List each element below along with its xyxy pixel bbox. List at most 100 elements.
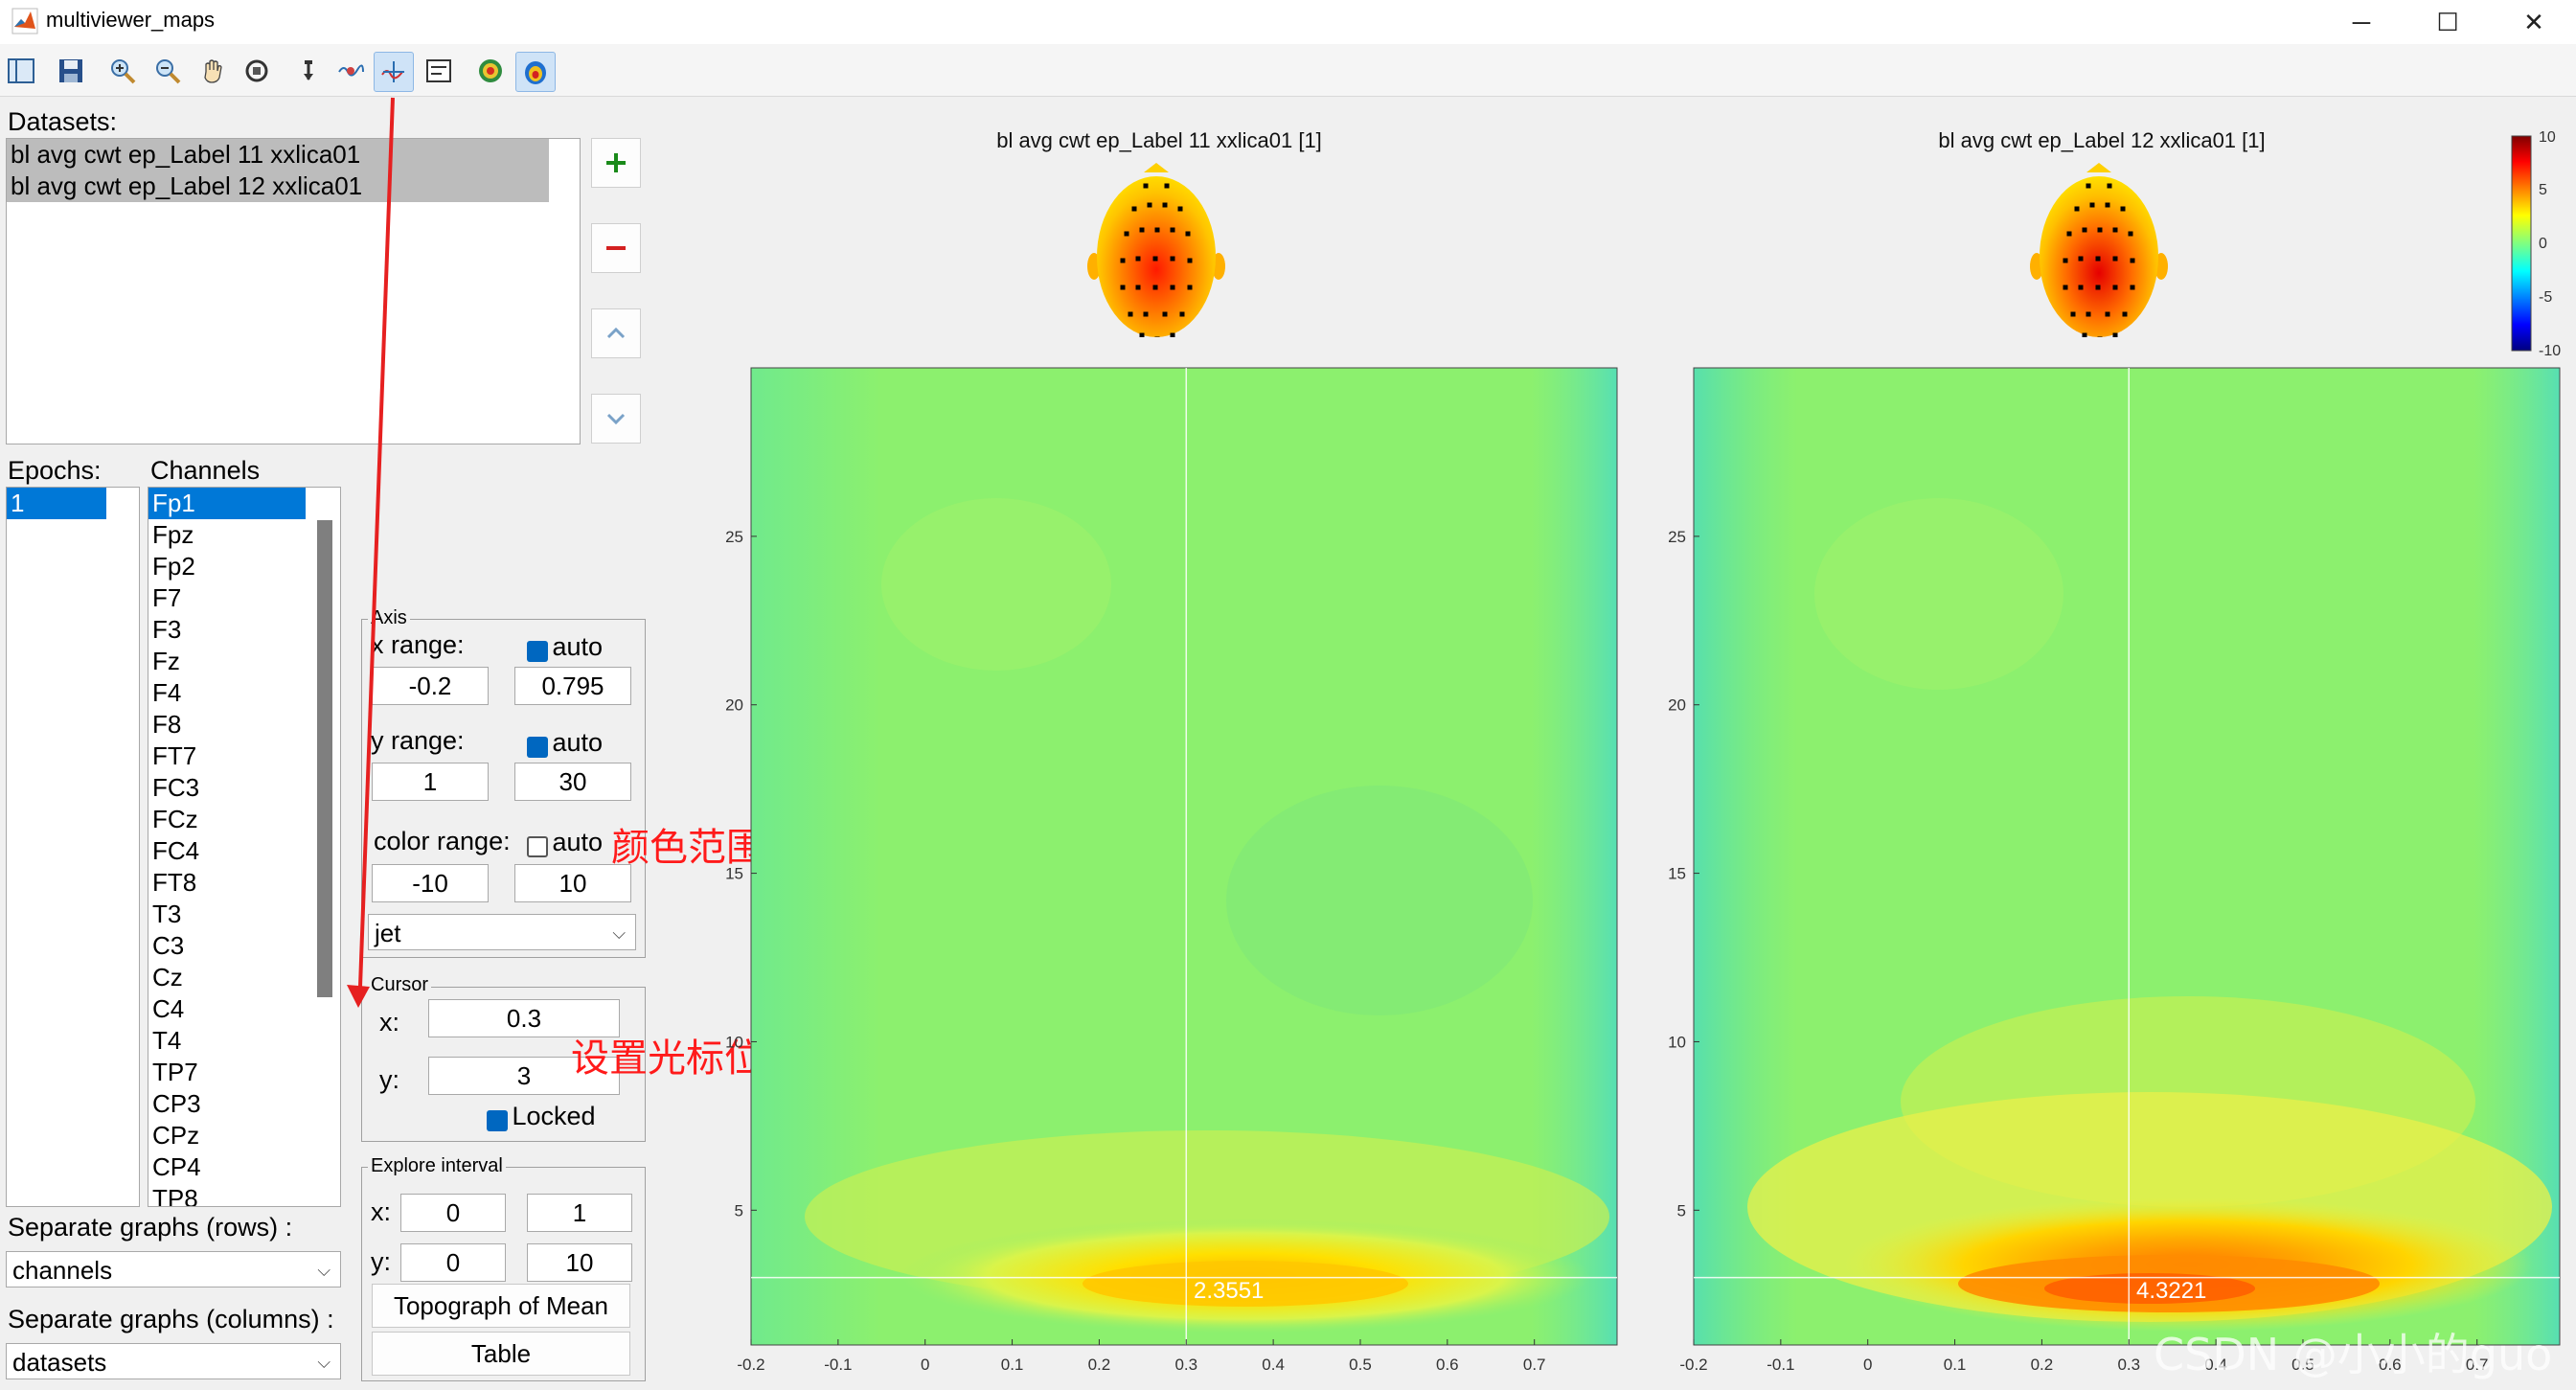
y-auto-checkbox[interactable]: auto: [527, 728, 603, 758]
close-button[interactable]: ✕: [2491, 0, 2576, 44]
electrode-dot: [2095, 256, 2101, 262]
electrode-dot: [1177, 206, 1183, 212]
channel-item[interactable]: CP4: [148, 1151, 340, 1183]
dataset-item[interactable]: bl avg cwt ep_Label 11 xxlica01: [7, 139, 549, 171]
channel-item[interactable]: TP7: [148, 1057, 340, 1088]
epochs-listbox[interactable]: 1: [6, 487, 140, 1207]
move-up-button[interactable]: [591, 308, 641, 358]
checkbox-checked-icon: [527, 736, 548, 758]
epoch-item[interactable]: 1: [7, 488, 106, 519]
rotate-icon[interactable]: [238, 52, 276, 90]
topoplot-left: [1087, 163, 1225, 337]
channel-item[interactable]: FC4: [148, 835, 340, 867]
channel-item[interactable]: CPz: [148, 1120, 340, 1151]
color-min-field[interactable]: -10: [372, 864, 489, 902]
explore-y-from-field[interactable]: 0: [400, 1243, 506, 1282]
channel-item[interactable]: TP8: [148, 1183, 340, 1206]
channel-item[interactable]: FT8: [148, 867, 340, 899]
topoplot-icon[interactable]: [515, 52, 556, 92]
channels-label: Channels: [150, 456, 261, 485]
channel-item[interactable]: F4: [148, 677, 340, 709]
separate-cols-dropdown[interactable]: datasets ⌵: [6, 1343, 341, 1379]
channel-item[interactable]: Fz: [148, 646, 340, 677]
x-min-field[interactable]: -0.2: [372, 667, 489, 705]
matlab-logo-icon: [11, 8, 38, 34]
explore-y-to-field[interactable]: 10: [527, 1243, 632, 1282]
zoom-out-icon[interactable]: [148, 52, 187, 90]
electrode-dot: [1139, 227, 1145, 233]
brush-icon[interactable]: [331, 52, 370, 90]
channels-listbox[interactable]: Fp1 Fpz Fp2 F7 F3 Fz F4 F8 FT7 FC3 FCz FC4 FT8 T3 C3 Cz…: [148, 487, 341, 1207]
channel-item[interactable]: Fp1: [148, 488, 306, 519]
x-tick-label: 0.1: [1001, 1356, 1024, 1374]
y-max-field[interactable]: 30: [514, 763, 631, 801]
timefreq-plot-left: 25 20 15 10 5 -0.2 -0.1 0 0.1 0.2 0.3 0.4 0.5 0.6 0.7: [725, 367, 1618, 1374]
add-dataset-button[interactable]: [591, 138, 641, 188]
electrode-dot: [1120, 285, 1126, 290]
electrode-dot: [2089, 202, 2095, 208]
channel-item[interactable]: T3: [148, 899, 340, 930]
electrode-dot: [2130, 285, 2135, 290]
electrode-dot: [1187, 258, 1193, 263]
y-tick-label: 10: [1668, 1033, 1686, 1051]
channel-item[interactable]: Fp2: [148, 551, 340, 582]
x-auto-checkbox[interactable]: auto: [527, 632, 603, 662]
electrode-dot: [1170, 332, 1175, 337]
x-tick-label: 0.2: [1088, 1356, 1111, 1374]
channel-item[interactable]: F7: [148, 582, 340, 614]
colorbar-icon[interactable]: [471, 52, 510, 90]
move-down-button[interactable]: [591, 394, 641, 444]
channel-item[interactable]: FC3: [148, 772, 340, 804]
channel-item[interactable]: CP3: [148, 1088, 340, 1120]
channel-item[interactable]: T4: [148, 1025, 340, 1057]
zoom-in-icon[interactable]: [103, 52, 142, 90]
channel-item[interactable]: Cz: [148, 962, 340, 993]
datasets-listbox[interactable]: bl avg cwt ep_Label 11 xxlica01 bl avg c…: [6, 138, 581, 444]
colorbar-tick-label: -10: [2539, 343, 2561, 359]
channel-item[interactable]: C4: [148, 993, 340, 1025]
axis-group-title: Axis: [368, 607, 410, 629]
color-auto-checkbox[interactable]: auto: [527, 828, 603, 857]
separate-rows-dropdown[interactable]: channels ⌵: [6, 1251, 341, 1287]
minimize-button[interactable]: ─: [2318, 0, 2405, 44]
electrode-dot: [2130, 258, 2135, 263]
maximize-button[interactable]: ☐: [2405, 0, 2491, 44]
data-cursor-icon[interactable]: [289, 52, 328, 90]
channel-item[interactable]: FT7: [148, 741, 340, 772]
timefreq-plot-right: 252015105 -0.2 -0.1 0 0.1 0.2 0.3 0.4 0.5 0.6 0.7: [1668, 367, 2561, 1374]
legend-icon[interactable]: [420, 52, 458, 90]
electrode-dot: [1179, 311, 1185, 317]
electrode-dot: [2112, 285, 2118, 290]
explore-x-from-field[interactable]: 0: [400, 1194, 506, 1232]
electrode-dot: [1135, 256, 1141, 262]
channel-item[interactable]: FCz: [148, 804, 340, 835]
remove-dataset-button[interactable]: [591, 223, 641, 273]
channel-item[interactable]: F3: [148, 614, 340, 646]
x-max-field[interactable]: 0.795: [514, 667, 631, 705]
channels-scrollbar-thumb[interactable]: [317, 520, 332, 997]
table-button[interactable]: Table: [372, 1332, 630, 1376]
y-min-field[interactable]: 1: [372, 763, 489, 801]
electrode-dot: [2086, 311, 2091, 317]
y-tick-label: 20: [1668, 696, 1686, 715]
x-tick-label: 0.2: [2031, 1356, 2054, 1374]
pan-icon[interactable]: [194, 52, 232, 90]
channel-item[interactable]: F8: [148, 709, 340, 741]
electrode-dot: [1154, 227, 1160, 233]
explore-x-to-field[interactable]: 1: [527, 1194, 632, 1232]
colormap-dropdown[interactable]: jet ⌵: [368, 914, 636, 950]
colormap-value: jet: [375, 919, 401, 947]
color-range-label: color range:: [374, 827, 511, 855]
channel-item[interactable]: Fpz: [148, 519, 340, 551]
topograph-of-mean-button[interactable]: Topograph of Mean: [372, 1284, 630, 1328]
x-tick-label: 0.3: [1174, 1356, 1197, 1374]
dataset-item[interactable]: bl avg cwt ep_Label 12 xxlica01: [7, 171, 549, 202]
save-icon[interactable]: [52, 52, 90, 90]
channel-item[interactable]: C3: [148, 930, 340, 962]
locked-checkbox[interactable]: Locked: [487, 1102, 596, 1131]
figure-icon[interactable]: [2, 52, 40, 90]
x-tick-label: 0.1: [1944, 1356, 1967, 1374]
electrode-dot: [2074, 206, 2080, 212]
electrode-dot: [2078, 285, 2084, 290]
link-icon[interactable]: [374, 52, 414, 92]
